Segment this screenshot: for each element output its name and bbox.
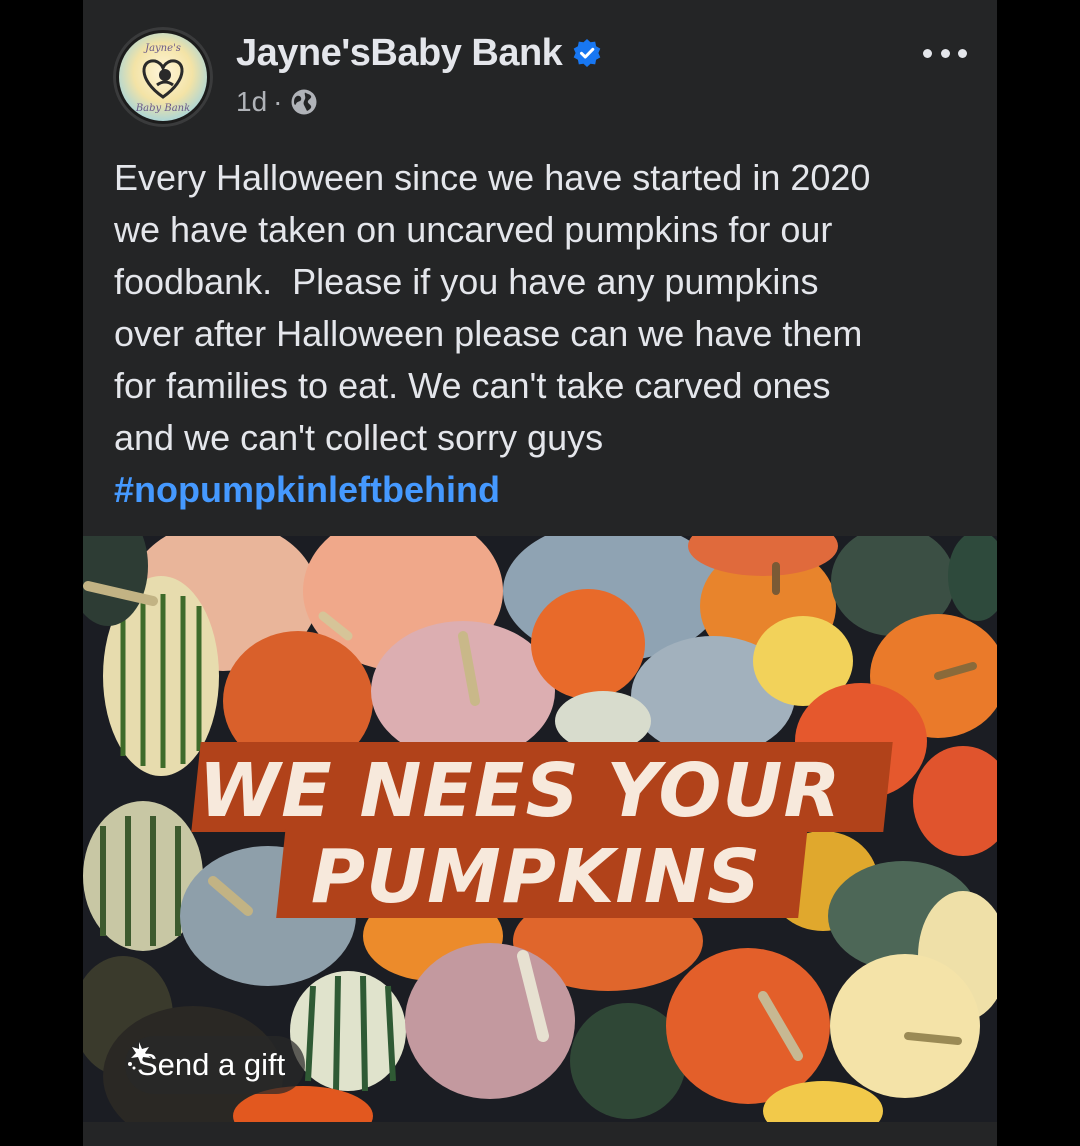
post-card: Jayne's Baby Bank Jayne'sBaby Bank 1d ·: [83, 0, 997, 1146]
globe-icon[interactable]: [290, 88, 318, 116]
avatar-logo: Jayne's Baby Bank: [119, 33, 207, 121]
more-dot: [958, 48, 967, 58]
page-avatar[interactable]: Jayne's Baby Bank: [113, 27, 213, 127]
post-timestamp[interactable]: 1d: [236, 86, 267, 118]
avatar-bottom-text: Baby Bank: [135, 103, 190, 114]
more-dot: [923, 48, 932, 58]
page-name[interactable]: Jayne'sBaby Bank: [236, 32, 563, 75]
banner-line-2: PUMPKINS: [310, 834, 762, 920]
more-options-button[interactable]: [923, 38, 967, 68]
send-gift-button[interactable]: Send a gift: [125, 1036, 306, 1094]
hashtag-link[interactable]: #nopumpkinleftbehind: [114, 469, 500, 510]
post-footer-edge: [83, 1122, 997, 1146]
post-body: Every Halloween since we have started in…: [114, 152, 974, 516]
post-body-text: Every Halloween since we have started in…: [114, 157, 871, 458]
post-header: Jayne's Baby Bank Jayne'sBaby Bank 1d ·: [83, 0, 997, 140]
name-row: Jayne'sBaby Bank: [236, 28, 602, 78]
avatar-top-text: Jayne's: [143, 43, 181, 54]
gift-sparkle-icon: [128, 1042, 151, 1070]
banner-line-1: WE NEES YOUR: [198, 748, 842, 834]
verified-badge-icon: [574, 39, 601, 67]
more-dot: [940, 48, 950, 58]
post-meta: 1d ·: [236, 86, 318, 118]
post-image[interactable]: WE NEES YOUR PUMPKINS Send a gift: [83, 536, 997, 1122]
meta-separator: ·: [273, 86, 283, 117]
